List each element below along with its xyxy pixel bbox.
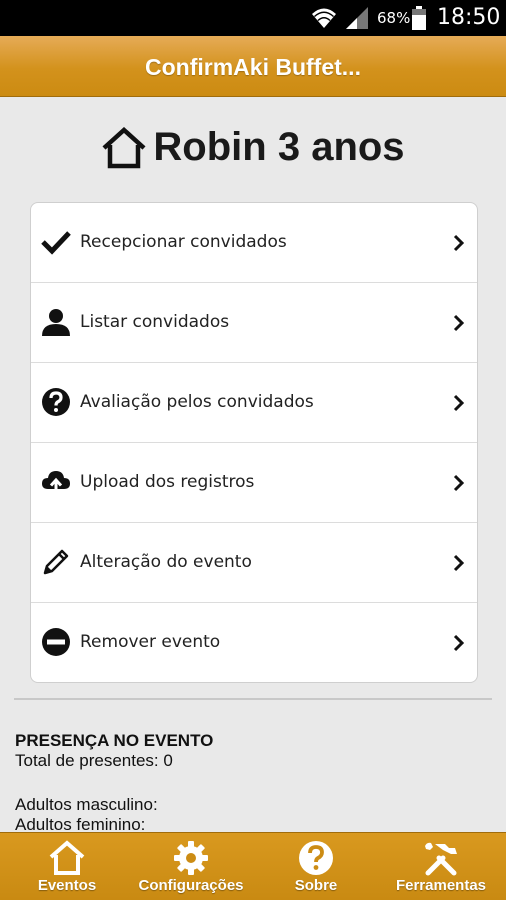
status-bar: 68% 18:50 bbox=[0, 0, 506, 36]
chevron-right-icon bbox=[453, 394, 465, 412]
presence-total: Total de presentes: 0 bbox=[15, 751, 173, 770]
menu-item-label: Alteração do evento bbox=[80, 552, 252, 572]
battery-percent: 68% bbox=[377, 9, 411, 27]
menu-item-alteracao-evento[interactable]: Alteração do evento bbox=[31, 523, 477, 603]
chevron-right-icon bbox=[453, 314, 465, 332]
menu-item-label: Upload dos registros bbox=[80, 472, 255, 492]
nav-label: Eventos bbox=[37, 877, 97, 894]
menu-item-recepcionar-convidados[interactable]: Recepcionar convidados bbox=[31, 203, 477, 283]
menu-item-avaliacao-convidados[interactable]: Avaliação pelos convidados bbox=[31, 363, 477, 443]
section-divider bbox=[14, 698, 492, 700]
cloud-upload-icon bbox=[42, 471, 70, 495]
home-icon bbox=[102, 126, 146, 168]
nav-label: Ferramentas bbox=[395, 877, 487, 894]
menu-item-listar-convidados[interactable]: Listar convidados bbox=[31, 283, 477, 363]
question-icon bbox=[42, 388, 70, 416]
event-actions-menu: Recepcionar convidados Listar convidados… bbox=[30, 202, 478, 683]
event-header: Robin 3 anos bbox=[0, 125, 506, 175]
nav-ferramentas[interactable]: Ferramentas bbox=[386, 833, 496, 900]
person-icon bbox=[42, 309, 70, 336]
nav-label: Sobre bbox=[294, 877, 338, 894]
app-bar: ConfirmAki Buffet... bbox=[0, 36, 506, 97]
gear-icon bbox=[174, 841, 208, 875]
menu-item-remover-evento[interactable]: Remover evento bbox=[31, 603, 477, 682]
event-title: Robin 3 anos bbox=[153, 125, 405, 169]
pencil-icon bbox=[43, 549, 69, 575]
presence-section: PRESENÇA NO EVENTO Total de presentes: 0… bbox=[15, 731, 213, 832]
menu-item-label: Recepcionar convidados bbox=[80, 232, 287, 252]
check-icon bbox=[41, 231, 71, 255]
menu-item-label: Avaliação pelos convidados bbox=[80, 392, 314, 412]
nav-sobre[interactable]: Sobre bbox=[276, 833, 356, 900]
menu-item-upload-registros[interactable]: Upload dos registros bbox=[31, 443, 477, 523]
menu-item-label: Remover evento bbox=[80, 632, 221, 652]
app-title: ConfirmAki Buffet... bbox=[145, 54, 361, 80]
chevron-right-icon bbox=[453, 554, 465, 572]
tools-icon bbox=[425, 842, 457, 876]
wifi-icon bbox=[312, 8, 336, 28]
clock: 18:50 bbox=[437, 5, 501, 30]
presence-adults-female: Adultos feminino: bbox=[15, 815, 146, 832]
signal-icon bbox=[346, 7, 368, 29]
nav-label: Configurações bbox=[138, 877, 244, 894]
nav-configuracoes[interactable]: Configurações bbox=[131, 833, 251, 900]
chevron-right-icon bbox=[453, 634, 465, 652]
home-icon bbox=[49, 840, 85, 875]
presence-heading: PRESENÇA NO EVENTO bbox=[15, 731, 214, 750]
menu-item-label: Listar convidados bbox=[80, 312, 230, 332]
presence-adults-male: Adultos masculino: bbox=[15, 795, 158, 814]
bottom-navigation: Eventos Configurações Sobre Ferramentas bbox=[0, 832, 506, 900]
chevron-right-icon bbox=[453, 234, 465, 252]
question-icon bbox=[299, 841, 333, 875]
minus-circle-icon bbox=[42, 628, 70, 656]
main-content[interactable]: Robin 3 anos Recepcionar convidados List… bbox=[0, 97, 506, 832]
chevron-right-icon bbox=[453, 474, 465, 492]
nav-eventos[interactable]: Eventos bbox=[22, 833, 112, 900]
battery-icon bbox=[412, 6, 426, 30]
